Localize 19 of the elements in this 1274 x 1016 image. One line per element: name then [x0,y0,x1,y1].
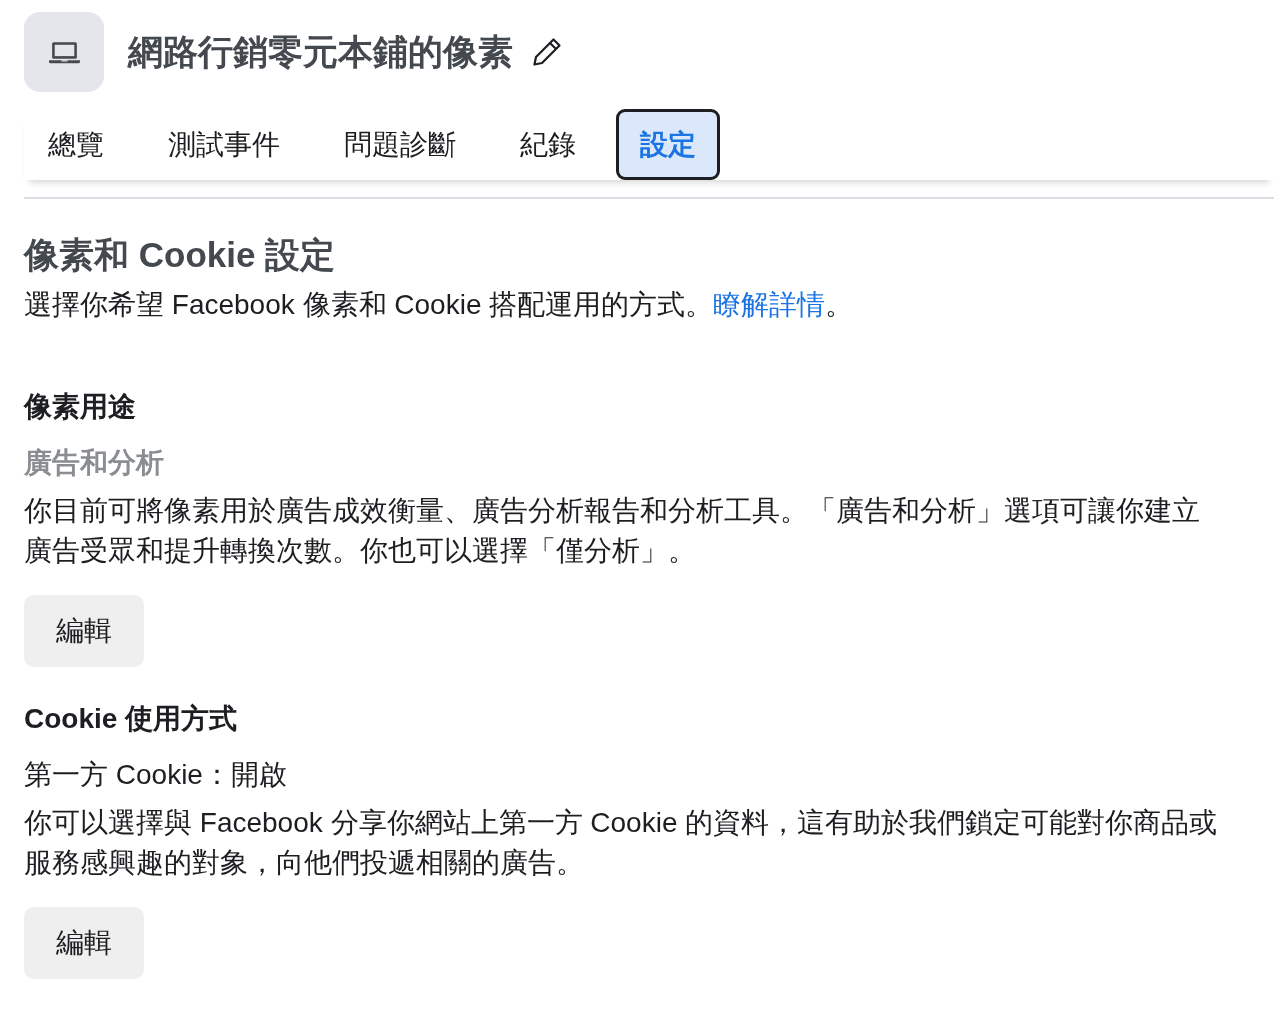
laptop-icon [24,12,104,92]
edit-button[interactable]: 編輯 [24,595,144,667]
pixel-title: 網路行銷零元本鋪的像素 [128,31,513,73]
tab[interactable]: 問題診斷 [320,109,480,180]
tab[interactable]: 測試事件 [144,109,304,180]
section-description: 你可以選擇與 Facebook 分享你網站上第一方 Cookie 的資料，這有助於我們鎖定可能對你商品或服務感興趣的對象，向他們投遞相關的廣告。 [24,806,1219,880]
section-heading: 像素用途 [24,390,136,424]
edit-pencil-icon[interactable] [531,36,563,68]
learn-more-link[interactable]: 瞭解詳情 [713,289,826,320]
section-heading: Cookie 使用方式 [24,702,238,736]
section-title: 像素和 Cookie 設定 [24,234,337,276]
setting-value: 廣告和分析 [24,446,164,480]
edit-button[interactable]: 編輯 [24,907,144,979]
setting-value: 第一方 Cookie：開啟 [24,758,287,792]
intro-description: 選擇你希望 Facebook 像素和 Cookie 搭配運用的方式。瞭解詳情。 [24,288,855,322]
tab[interactable]: 總覽 [24,109,128,180]
tab[interactable]: 紀錄 [496,109,600,180]
section-description: 你目前可將像素用於廣告成效衡量、廣告分析報告和分析工具。「廣告和分析」選項可讓你建立廣告受眾和提升轉換次數。你也可以選擇「僅分析」。 [24,494,1201,568]
tab[interactable]: 設定 [616,109,720,180]
